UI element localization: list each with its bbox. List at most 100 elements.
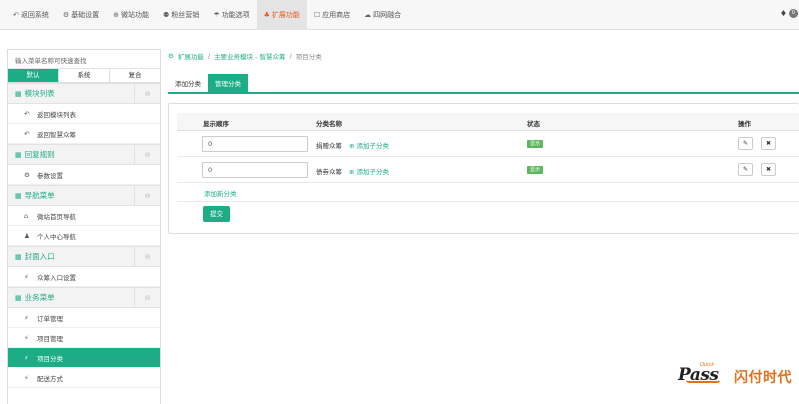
sidebar-section-header[interactable]: ▦ 业务菜单 ⊖ [8,287,160,308]
collapse-icon[interactable]: ⊖ [134,247,160,267]
category-name: 债券众筹 [316,168,342,176]
add-subcategory-link[interactable]: ⊕ 添加子分类 [349,166,389,176]
cogs-icon: ⚙ [168,52,174,60]
section-title: 模块列表 [24,89,55,98]
sidebar-item[interactable]: ↶ 返回智慧众筹 [8,124,160,144]
delete-button[interactable]: ✖ [761,137,776,150]
sidebar-sections: ▦ 模块列表 ⊖ ↶ 返回模块列表 ↶ 返回智慧众筹 ▦ 回复规则 ⊖ ⚙ 参数设置 ▦ 导航菜单 ⊖ ⌂ 微站… [8,83,160,388]
submit-button[interactable]: 提交 [203,206,230,222]
divider [177,201,799,202]
bell-icon[interactable]: ♦ [780,9,787,18]
cubes-icon: ♣ [263,10,270,19]
grid-icon: ▦ [15,191,22,200]
topnav-item[interactable]: ☐ 应用商店 [307,0,357,30]
sidebar-section-header[interactable]: ▦ 模块列表 ⊖ [8,83,160,104]
category-name: 捐赠众筹 [316,142,342,150]
section-title: 导航菜单 [24,191,55,200]
edit-button[interactable]: ✎ [738,137,753,150]
collapse-icon[interactable]: ⊖ [134,288,160,308]
topnav-label: 扩展功能 [271,10,300,19]
section-title: 业务菜单 [24,293,55,302]
topnav-item[interactable]: ☁ 四网融合 [357,0,408,30]
sidebar-tabs: 默认 系统 复合 [8,69,160,83]
breadcrumb-separator: / [289,52,292,60]
sidebar-item-label: 返回模块列表 [37,110,76,119]
edit-icon: ✎ [742,140,749,147]
sidebar-item-label: 微站首页导航 [37,212,76,221]
home-icon: ⌂ [24,211,29,220]
table-row: 债券众筹 ⊕ 添加子分类 显示 ✎ ✖ [177,157,799,183]
sidebar-tab-composite[interactable]: 复合 [110,69,160,82]
breadcrumb-item[interactable]: 扩展功能 [178,51,204,61]
display-order-input[interactable] [202,136,308,152]
puzzle-icon: ⚡ [24,333,29,342]
users-icon: ⚉ [163,10,170,19]
sidebar-tab-system[interactable]: 系统 [59,69,110,82]
display-order-input[interactable] [202,162,308,178]
add-new-category-link[interactable]: 添加新分类 [204,188,237,198]
sidebar-item[interactable]: ⚡ 项目分类 [8,348,160,368]
sidebar-item[interactable]: ⚡ 项目管理 [8,328,160,348]
add-subcategory-link[interactable]: ⊕ 添加子分类 [349,140,389,150]
grid-icon: ▦ [15,150,22,159]
breadcrumb: ⚙ 扩展功能 / 主要业务模块 - 智慧众筹 / 项目分类 [168,51,322,61]
sidebar-item-label: 项目分类 [37,354,63,363]
gear-icon: ⚙ [24,170,30,179]
topnav-item[interactable]: ↶ 返回系统 [6,0,56,30]
section-title: 回复规则 [24,150,55,159]
sidebar-tab-default[interactable]: 默认 [8,69,59,82]
sidebar-item[interactable]: ⚡ 众筹入口设置 [8,267,160,287]
grid-icon: ▦ [15,293,22,302]
sidebar-item-label: 返回智慧众筹 [37,130,76,139]
cloud-icon: ☁ [364,10,372,19]
tab-manage-category[interactable]: 管理分类 [208,74,248,92]
sidebar-item-label: 项目管理 [37,334,63,343]
close-icon: ✖ [765,166,772,173]
breadcrumb-item[interactable]: 主要业务模块 - 智慧众筹 [214,51,285,61]
topnav-item[interactable]: ⊕ 微站功能 [106,0,156,30]
tab-add-category[interactable]: 添加分类 [168,74,208,92]
umbrella-icon: ☂ [213,10,220,19]
section-title: 封面入口 [24,252,55,261]
reply-icon: ↶ [24,109,30,118]
collapse-icon[interactable]: ⊖ [134,145,160,165]
globe-icon: ⊕ [113,10,120,19]
sidebar-item-label: 众筹入口设置 [37,273,76,282]
sidebar-item[interactable]: ↶ 返回模块列表 [8,104,160,124]
topnav-label: 基础设置 [71,10,100,19]
header-actions: 操作 [738,120,751,128]
grid-icon: ▦ [15,252,22,261]
edit-button[interactable]: ✎ [738,163,753,176]
topnav-item[interactable]: ⚙ 基础设置 [56,0,106,30]
sidebar-item[interactable]: ⌂ 微站首页导航 [8,206,160,226]
gear-icon: ⚙ [62,10,70,19]
breadcrumb-current: 项目分类 [295,53,322,61]
topnav-label: 微站功能 [121,10,150,19]
puzzle-icon: ⚡ [24,373,29,382]
sidebar-item[interactable]: ⚙ 参数设置 [8,165,160,185]
sidebar-section-header[interactable]: ▦ 导航菜单 ⊖ [8,185,160,206]
grid-icon: ▦ [15,89,22,98]
sidebar-section-header[interactable]: ▦ 回复规则 ⊖ [8,144,160,165]
sidebar-item[interactable]: ♟ 个人中心导航 [8,226,160,246]
topnav-item[interactable]: ♣ 扩展功能 [256,0,307,30]
logo-text: 闪付时代 [734,370,792,386]
header-name: 分类名称 [316,120,342,128]
sidebar-item[interactable]: ⚡ 订单管理 [8,308,160,328]
topnav-label: 应用商店 [322,10,351,19]
top-navigation-bar: ↶ 返回系统 ⚙ 基础设置 ⊕ 微站功能 ⚉ 粉丝营销 ☂ 功能选项 ♣ 扩展功能 ☐ 应用商店 ☁ 四网融合… [0,0,799,30]
delete-button[interactable]: ✖ [761,163,776,176]
sidebar-item[interactable]: ⚡ 配送方式 [8,368,160,388]
topnav-label: 四网融合 [373,10,402,19]
topnav-item[interactable]: ☂ 功能选项 [206,0,256,30]
desktop-icon: ☐ [313,10,321,19]
user-icon: ♟ [24,231,30,240]
collapse-icon[interactable]: ⊖ [134,186,160,206]
topnav-label: 返回系统 [20,10,49,19]
topnav-item[interactable]: ⚉ 粉丝营销 [156,0,206,30]
quickpass-logo: Quick Pass 闪付时代 [678,362,796,388]
menu-search-input[interactable]: 输入菜单名称可快速查找 [8,50,160,69]
collapse-icon[interactable]: ⊖ [134,84,160,104]
reply-icon: ↶ [24,129,30,138]
sidebar-section-header[interactable]: ▦ 封面入口 ⊖ [8,246,160,267]
